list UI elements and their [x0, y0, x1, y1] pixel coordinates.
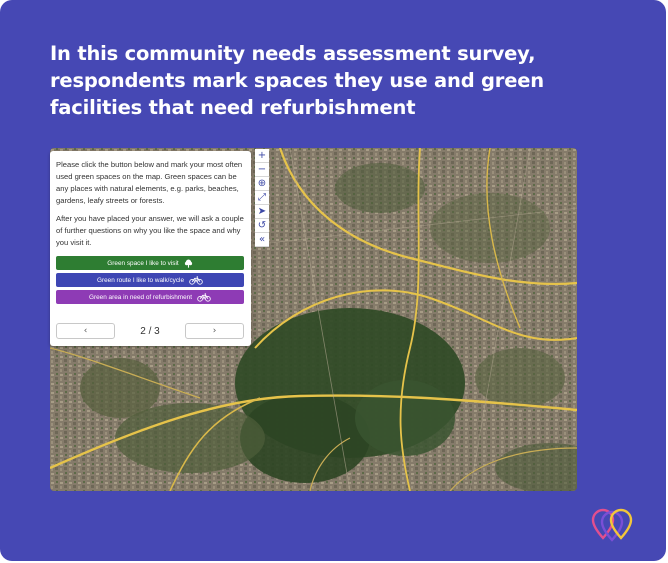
page-indicator: 2 / 3: [140, 325, 160, 337]
zoom-out-icon[interactable]: −: [255, 163, 269, 177]
bike-icon: [197, 292, 211, 302]
green-route-label: Green route I like to walk/cycle: [96, 276, 185, 284]
map-toolbar: + − ⊕ ⤢ ➤ ↺ «: [255, 149, 269, 247]
instructions-text: Please click the button below and mark y…: [56, 160, 243, 205]
green-route-button[interactable]: Green route I like to walk/cycle: [56, 273, 244, 287]
next-page-button[interactable]: ›: [185, 323, 244, 339]
reset-icon[interactable]: ↺: [255, 219, 269, 233]
pager: ‹ 2 / 3 ›: [56, 323, 244, 339]
bike-icon: [189, 275, 203, 285]
headline: In this community needs assessment surve…: [50, 42, 544, 119]
fullscreen-icon[interactable]: ⤢: [255, 191, 269, 205]
tree-icon: [184, 259, 193, 268]
green-refurbishment-button[interactable]: Green area in need of refurbishment: [56, 290, 244, 304]
green-space-label: Green space I like to visit: [107, 259, 179, 267]
locate-icon[interactable]: ➤: [255, 205, 269, 219]
followup-text: After you have placed your answer, we wi…: [56, 214, 244, 247]
zoom-in-icon[interactable]: +: [255, 149, 269, 163]
collapse-icon[interactable]: «: [255, 233, 269, 247]
green-refurbishment-label: Green area in need of refurbishment: [88, 293, 193, 301]
card-frame: In this community needs assessment surve…: [0, 0, 666, 561]
survey-panel: Please click the button below and mark y…: [50, 151, 251, 346]
brand-logo-icon: [590, 507, 634, 543]
zoom-search-icon[interactable]: ⊕: [255, 177, 269, 191]
green-space-button[interactable]: Green space I like to visit: [56, 256, 244, 270]
prev-page-button[interactable]: ‹: [56, 323, 115, 339]
